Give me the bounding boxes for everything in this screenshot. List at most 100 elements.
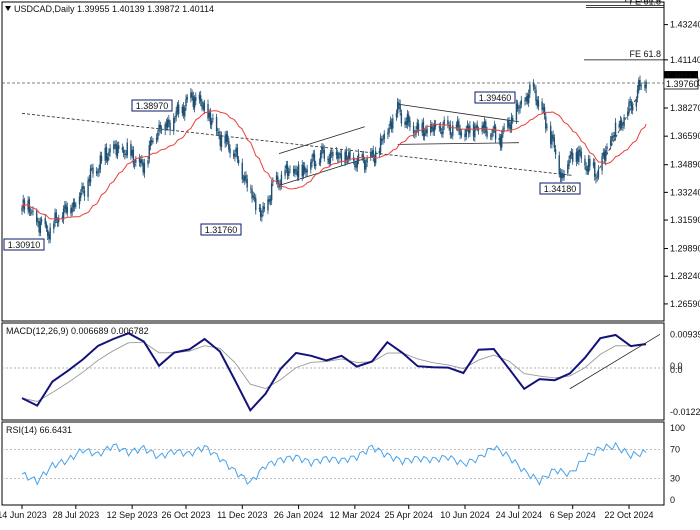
- candle-body: [639, 80, 641, 87]
- candle-body: [474, 126, 476, 138]
- candle-body: [551, 134, 553, 145]
- candle-body: [329, 152, 332, 163]
- candle-body: [192, 96, 195, 107]
- candle-body: [159, 124, 161, 129]
- candle-body: [312, 153, 314, 158]
- date-tick-label: 26 Oct 2023: [161, 510, 210, 520]
- candle-body: [553, 137, 556, 148]
- candle-body: [503, 127, 505, 129]
- candle-body: [381, 139, 383, 142]
- candle-body: [130, 143, 132, 156]
- candle-body: [124, 153, 126, 155]
- candle-body: [99, 155, 102, 170]
- candle-body: [302, 165, 305, 176]
- candle-body: [164, 124, 166, 131]
- candle-body: [97, 172, 99, 174]
- chart-canvas: FE 61.8FE 100.0FE 61.81.309101.389701.31…: [0, 0, 700, 525]
- candle-body: [405, 121, 407, 125]
- candle-body: [597, 169, 600, 178]
- price-tick-label: 1.38270: [670, 103, 700, 113]
- candle-body: [558, 155, 560, 174]
- candle-body: [46, 229, 49, 236]
- candle-body: [554, 149, 557, 155]
- candle-body: [586, 168, 589, 172]
- candle-body: [507, 120, 509, 128]
- candle-body: [596, 176, 598, 178]
- candle-body: [339, 153, 341, 156]
- candle-body: [215, 117, 218, 131]
- candle-body: [338, 156, 340, 159]
- candle-body: [605, 150, 607, 161]
- date-tick-label: 14 Jun 2023: [0, 510, 47, 520]
- candle-body: [501, 134, 503, 148]
- candle-body: [315, 163, 317, 167]
- candle-body: [169, 122, 171, 131]
- candle-body: [620, 120, 623, 126]
- candle-body: [175, 111, 177, 118]
- candle-body: [421, 123, 423, 133]
- candle-body: [535, 89, 537, 102]
- candle-body: [534, 87, 536, 89]
- candle-body: [560, 172, 563, 179]
- candle-body: [220, 134, 223, 148]
- candle-body: [348, 152, 350, 160]
- candle-body: [494, 126, 497, 140]
- candle-body: [115, 143, 117, 155]
- candle-body: [38, 220, 40, 232]
- candle-body: [48, 234, 50, 240]
- candle-body: [409, 120, 411, 128]
- candle-body: [439, 126, 442, 131]
- candle-body: [609, 140, 612, 146]
- price-annotation-label: 1.34180: [544, 184, 577, 194]
- candle-body: [640, 85, 642, 86]
- candle-body: [286, 165, 289, 176]
- candle-body: [619, 120, 622, 127]
- candle-body: [335, 151, 338, 156]
- candle-body: [549, 125, 552, 144]
- candle-body: [225, 134, 228, 143]
- price-annotation: 1.39460: [474, 91, 516, 104]
- candle-body: [44, 218, 46, 225]
- candle-body: [406, 113, 409, 125]
- candle-body: [29, 212, 32, 214]
- candle-body: [49, 227, 51, 240]
- candle-body: [493, 125, 496, 129]
- candle-body: [537, 100, 540, 107]
- price-tick-label: 1.34890: [670, 160, 700, 170]
- rsi-label: RSI(14) 66.6431: [6, 425, 72, 435]
- candle-body: [441, 131, 443, 135]
- candle-body: [65, 204, 67, 212]
- candle-body: [485, 121, 487, 133]
- candle-body: [467, 126, 470, 134]
- date-tick-label: 11 Dec 2023: [217, 510, 267, 520]
- candle-body: [253, 196, 256, 199]
- candle-body: [318, 162, 321, 164]
- candle-body: [416, 122, 418, 130]
- candle-body: [263, 206, 266, 210]
- candle-body: [466, 124, 469, 129]
- candle-body: [40, 219, 43, 222]
- candle-body: [319, 152, 322, 163]
- candle-body: [202, 105, 204, 110]
- candle-body: [83, 190, 86, 197]
- candle-body: [75, 205, 77, 207]
- candle-body: [173, 117, 175, 132]
- candle-body: [295, 168, 297, 171]
- candle-body: [21, 207, 23, 211]
- candle-body: [301, 164, 303, 177]
- candle-body: [143, 163, 146, 174]
- candle-body: [108, 152, 110, 157]
- candle-body: [618, 123, 620, 128]
- candle-body: [66, 206, 68, 213]
- candle-body: [613, 135, 616, 137]
- candle-body: [190, 92, 192, 98]
- candle-body: [584, 158, 586, 166]
- candle-body: [35, 211, 38, 222]
- candle-body: [576, 151, 579, 161]
- candle-body: [78, 196, 81, 205]
- candle-body: [185, 99, 187, 107]
- candle-body: [105, 147, 108, 161]
- candle-body: [344, 152, 346, 164]
- candle-body: [622, 126, 624, 128]
- price-annotation-label: 1.38970: [136, 101, 169, 111]
